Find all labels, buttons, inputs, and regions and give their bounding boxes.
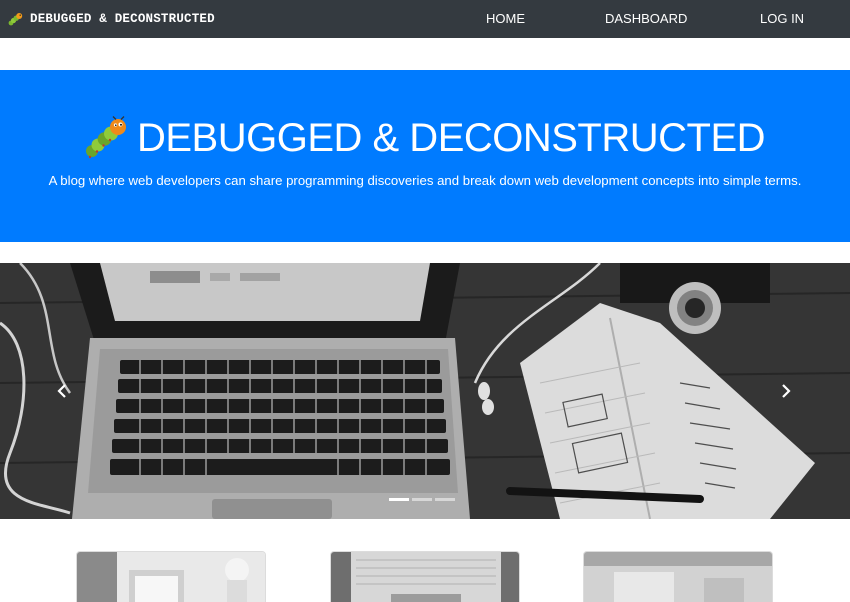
hero-subtitle: A blog where web developers can share pr… (48, 173, 802, 188)
carousel-slide-image (0, 263, 850, 519)
image-carousel (0, 263, 850, 519)
nav-link-dashboard[interactable]: DASHBOARD (605, 0, 687, 38)
post-card-2[interactable] (330, 551, 520, 602)
chevron-left-icon (57, 384, 66, 398)
hero-banner: DEBUGGED & DECONSTRUCTED A blog where we… (0, 70, 850, 242)
nav-link-log-in[interactable]: LOG IN (760, 0, 804, 38)
carousel-indicator-1[interactable] (389, 498, 409, 501)
top-navbar: DEBUGGED & DECONSTRUCTED HOME DASHBOARD … (0, 0, 850, 38)
hero-title: DEBUGGED & DECONSTRUCTED (136, 116, 766, 160)
chevron-right-icon (782, 384, 791, 398)
carousel-indicators (389, 498, 455, 501)
brand-title: DEBUGGED & DECONSTRUCTED (30, 12, 215, 26)
brand-link[interactable]: DEBUGGED & DECONSTRUCTED (8, 0, 215, 38)
caterpillar-bug-icon (85, 116, 126, 159)
post-card-image (331, 552, 519, 602)
carousel-next-control[interactable] (766, 373, 806, 409)
hero-title-row: DEBUGGED & DECONSTRUCTED (0, 116, 850, 160)
carousel-indicator-3[interactable] (435, 498, 455, 501)
caterpillar-bug-icon (8, 13, 23, 26)
post-card-image (77, 552, 265, 602)
post-card-1[interactable] (76, 551, 266, 602)
carousel-prev-control[interactable] (42, 373, 82, 409)
carousel-indicator-2[interactable] (412, 498, 432, 501)
post-card-image (584, 552, 772, 602)
post-card-3[interactable] (583, 551, 773, 602)
nav-link-home[interactable]: HOME (486, 0, 525, 38)
